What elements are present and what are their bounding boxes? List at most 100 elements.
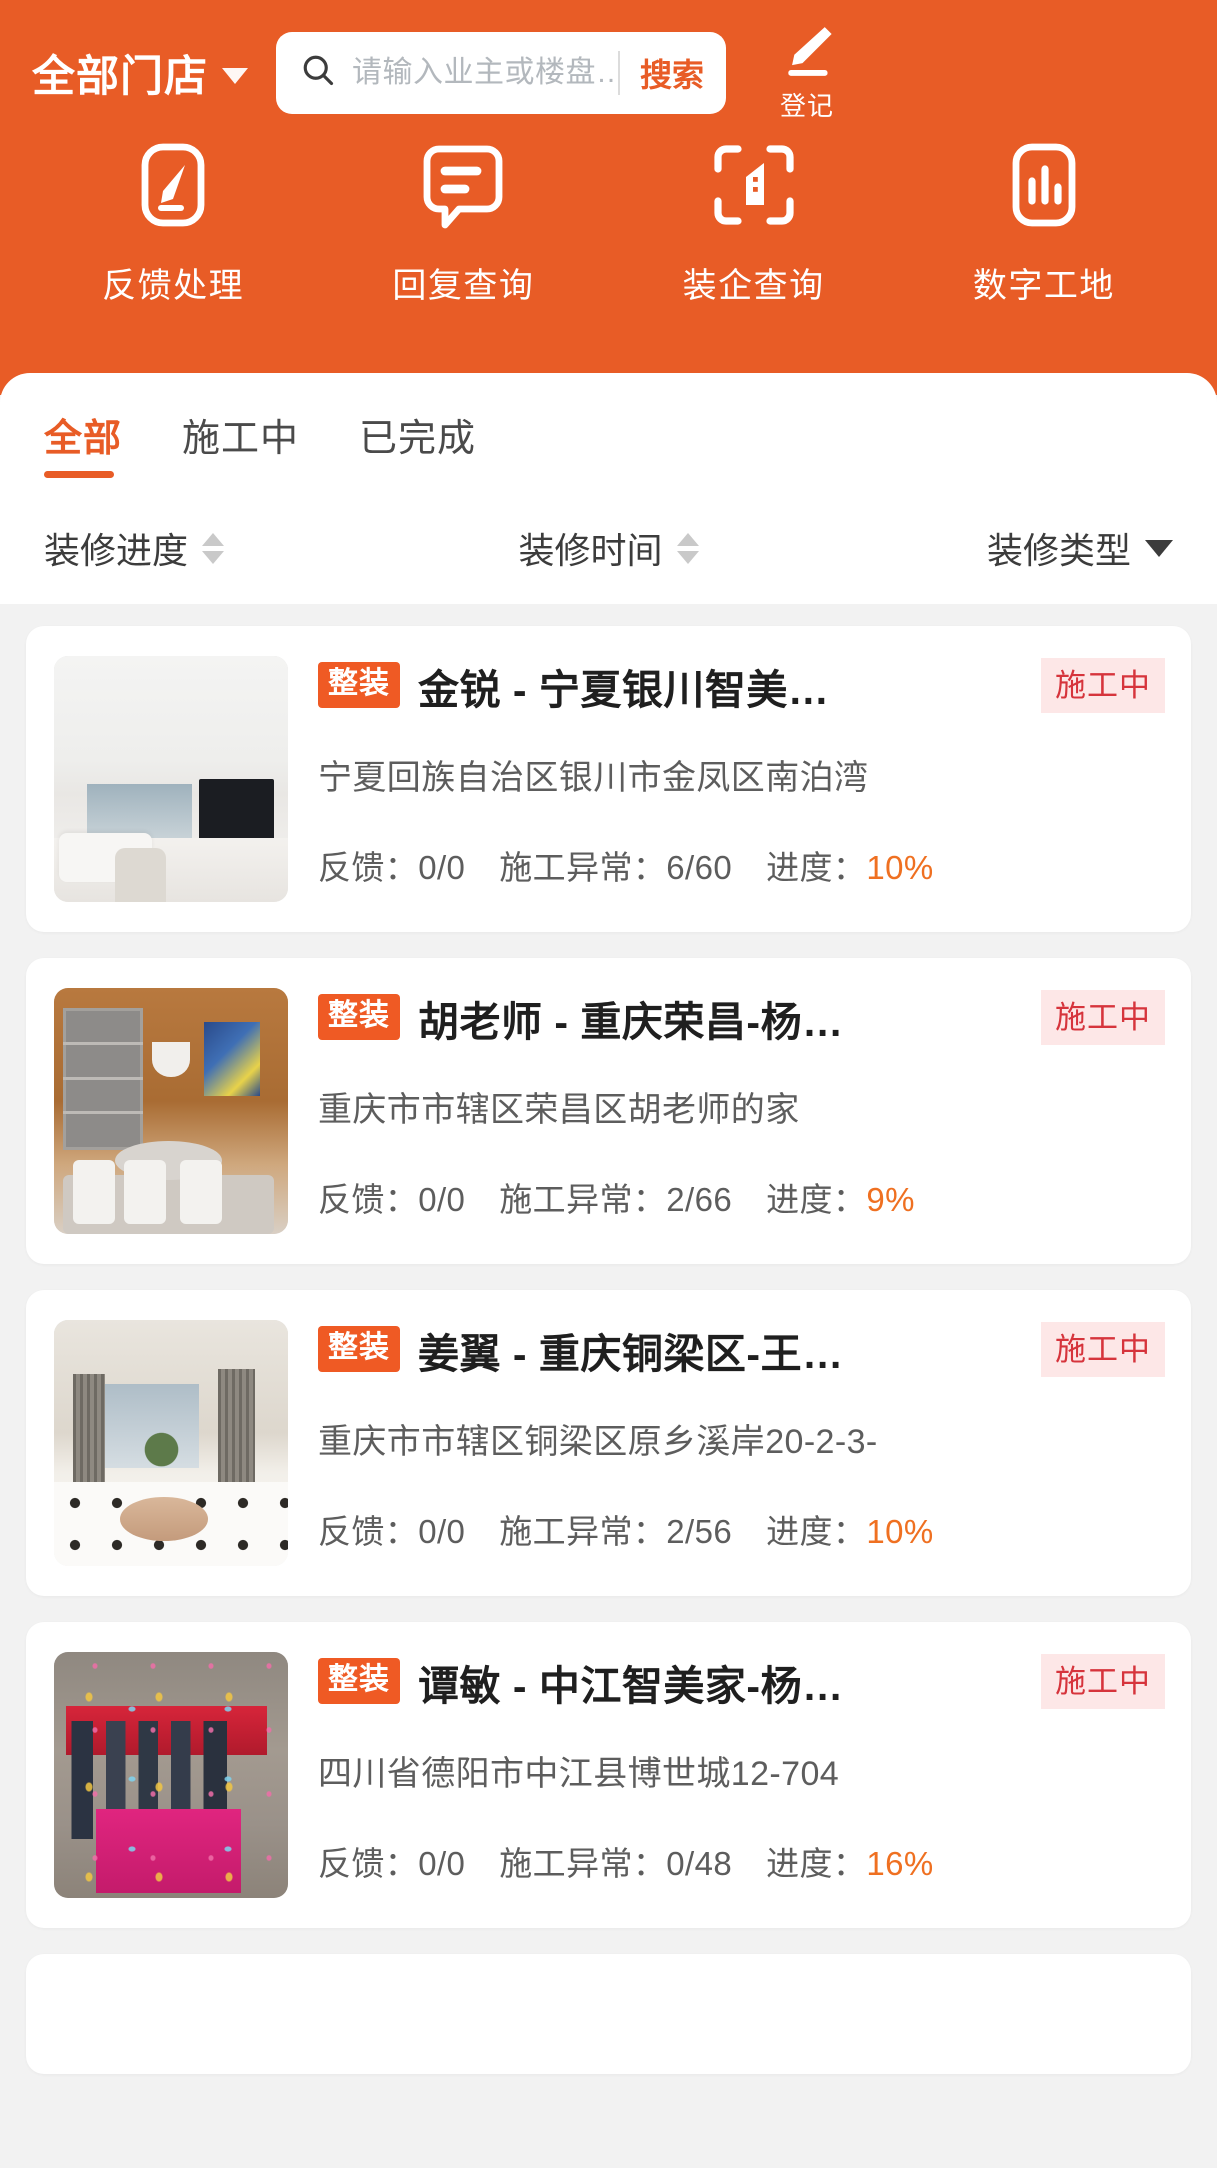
- project-title-row: 整装 胡老师 - 重庆荣昌-杨… 施工中: [318, 988, 1165, 1048]
- tab-label: 已完成: [359, 418, 477, 460]
- quick-action-feedback[interactable]: 反馈处理: [28, 137, 318, 307]
- chevron-down-icon: [1144, 539, 1173, 557]
- search-input[interactable]: [352, 55, 614, 90]
- status-badge: 施工中: [1041, 658, 1165, 713]
- stat-exception-label: 施工异常：: [499, 1513, 667, 1550]
- list-item[interactable]: 整装 谭敏 - 中江智美家-杨… 施工中 四川省德阳市中江县博世城12-704 …: [26, 1622, 1191, 1928]
- project-title: 胡老师 - 重庆荣昌-杨…: [418, 999, 844, 1045]
- stat-progress: 进度：10%: [766, 841, 933, 889]
- list-item[interactable]: 整装 胡老师 - 重庆荣昌-杨… 施工中 重庆市市辖区荣昌区胡老师的家 反馈：0…: [26, 958, 1191, 1264]
- search-icon: [300, 52, 336, 93]
- content-sheet: 全部 施工中 已完成 装修进度 装修时间 装修类型 整装 金锐 - 宁夏银川智美…: [0, 373, 1217, 2074]
- quick-action-label: 反馈处理: [102, 267, 245, 305]
- search-button[interactable]: 搜索: [640, 50, 704, 96]
- type-badge: 整装: [318, 662, 400, 708]
- filter-label: 装修进度: [44, 530, 189, 571]
- stat-progress-value: 16%: [866, 1845, 934, 1882]
- project-stats: 反馈：0/0 施工异常：2/56 进度：10%: [318, 1505, 1165, 1553]
- register-button[interactable]: 登记: [752, 23, 862, 123]
- stat-feedback-value: 0/0: [418, 1181, 466, 1218]
- project-info: 整装 金锐 - 宁夏银川智美… 施工中 宁夏回族自治区银川市金凤区南泊湾 反馈：…: [318, 656, 1165, 902]
- stat-feedback-label: 反馈：: [318, 1845, 419, 1882]
- project-address: 四川省德阳市中江县博世城12-704: [318, 1755, 840, 1793]
- project-list: 整装 金锐 - 宁夏银川智美… 施工中 宁夏回族自治区银川市金凤区南泊湾 反馈：…: [0, 604, 1217, 2074]
- list-item[interactable]: 整装 金锐 - 宁夏银川智美… 施工中 宁夏回族自治区银川市金凤区南泊湾 反馈：…: [26, 626, 1191, 932]
- sort-arrows-icon: [676, 532, 699, 564]
- store-selector-label: 全部门店: [32, 52, 208, 101]
- filter-row: 装修进度 装修时间 装修类型: [0, 484, 1217, 604]
- project-title: 金锐 - 宁夏银川智美…: [418, 667, 830, 713]
- project-thumbnail: [54, 1652, 288, 1898]
- type-badge: 整装: [318, 994, 400, 1040]
- quick-action-digital-site[interactable]: 数字工地: [899, 137, 1189, 307]
- stat-exception: 施工异常：2/66: [499, 1173, 732, 1221]
- stat-feedback-label: 反馈：: [318, 1513, 419, 1550]
- type-badge: 整装: [318, 1326, 400, 1372]
- filter-label: 装修时间: [518, 530, 663, 571]
- filter-renovation-progress[interactable]: 装修进度: [44, 522, 420, 574]
- filter-label: 装修类型: [986, 530, 1131, 571]
- project-stats: 反馈：0/0 施工异常：0/48 进度：16%: [318, 1837, 1165, 1885]
- bar-chart-site-icon: [996, 137, 1092, 238]
- stat-exception: 施工异常：2/56: [499, 1505, 732, 1553]
- tab-label: 施工中: [182, 418, 300, 460]
- stat-exception-value: 6/60: [666, 849, 733, 886]
- quick-action-reply-query[interactable]: 回复查询: [318, 137, 608, 307]
- status-badge: 施工中: [1041, 990, 1165, 1045]
- status-badge: 施工中: [1041, 1654, 1165, 1709]
- tab-label: 全部: [44, 418, 123, 460]
- project-stats: 反馈：0/0 施工异常：6/60 进度：10%: [318, 841, 1165, 889]
- project-info: 整装 胡老师 - 重庆荣昌-杨… 施工中 重庆市市辖区荣昌区胡老师的家 反馈：0…: [318, 988, 1165, 1234]
- project-info: 整装 谭敏 - 中江智美家-杨… 施工中 四川省德阳市中江县博世城12-704 …: [318, 1652, 1165, 1898]
- stat-feedback-label: 反馈：: [318, 849, 419, 886]
- list-item[interactable]: 整装 姜翼 - 重庆铜梁区-王… 施工中 重庆市市辖区铜梁区原乡溪岸20-2-3…: [26, 1290, 1191, 1596]
- stat-feedback: 反馈：0/0: [318, 841, 465, 889]
- quick-action-label: 回复查询: [392, 267, 535, 305]
- tab-all[interactable]: 全部: [44, 407, 122, 484]
- project-stats: 反馈：0/0 施工异常：2/66 进度：9%: [318, 1173, 1165, 1221]
- stat-progress: 进度：9%: [766, 1173, 915, 1221]
- stat-progress-label: 进度：: [766, 1845, 867, 1882]
- type-badge: 整装: [318, 1658, 400, 1704]
- project-thumbnail: [54, 1320, 288, 1566]
- list-item-partial[interactable]: [26, 1954, 1191, 2074]
- stat-progress: 进度：10%: [766, 1505, 933, 1553]
- stat-feedback-value: 0/0: [418, 849, 466, 886]
- store-selector[interactable]: 全部门店: [32, 42, 248, 104]
- register-label: 登记: [779, 90, 834, 121]
- quick-action-company-query[interactable]: 装企查询: [609, 137, 899, 307]
- tab-in-progress[interactable]: 施工中: [182, 407, 299, 484]
- search-bar[interactable]: 搜索: [276, 31, 726, 114]
- stat-progress-label: 进度：: [766, 1513, 867, 1550]
- scan-building-icon: [706, 137, 802, 238]
- stat-feedback-value: 0/0: [418, 1845, 466, 1882]
- header-top-bar: 全部门店 搜索 登记: [0, 0, 1217, 121]
- stat-feedback: 反馈：0/0: [318, 1837, 465, 1885]
- stat-progress: 进度：16%: [766, 1837, 933, 1885]
- stat-progress-value: 10%: [866, 1513, 934, 1550]
- app-header: 全部门店 搜索 登记: [0, 0, 1217, 395]
- project-address: 重庆市市辖区铜梁区原乡溪岸20-2-3-: [318, 1423, 878, 1461]
- stat-exception: 施工异常：0/48: [499, 1837, 732, 1885]
- project-thumbnail: [54, 656, 288, 902]
- sort-arrows-icon: [202, 532, 225, 564]
- reply-chat-icon: [415, 137, 511, 238]
- stat-feedback-label: 反馈：: [318, 1181, 419, 1218]
- chevron-down-icon: [222, 67, 248, 84]
- stat-exception-label: 施工异常：: [499, 1845, 667, 1882]
- project-title: 谭敏 - 中江智美家-杨…: [418, 1663, 844, 1709]
- project-address: 重庆市市辖区荣昌区胡老师的家: [318, 1091, 800, 1129]
- filter-renovation-type[interactable]: 装修类型: [797, 522, 1173, 574]
- stat-exception: 施工异常：6/60: [499, 841, 732, 889]
- stat-exception-value: 0/48: [666, 1845, 733, 1882]
- project-thumbnail: [54, 988, 288, 1234]
- stat-exception-value: 2/56: [666, 1513, 733, 1550]
- stat-exception-label: 施工异常：: [499, 1181, 667, 1218]
- filter-renovation-time[interactable]: 装修时间: [420, 522, 796, 574]
- stat-progress-value: 9%: [866, 1181, 915, 1218]
- stat-progress-label: 进度：: [766, 849, 867, 886]
- status-tabs: 全部 施工中 已完成: [0, 373, 1217, 484]
- quick-actions-row: 反馈处理 回复查询 装企查询 数字工地: [0, 115, 1217, 307]
- tab-completed[interactable]: 已完成: [359, 407, 476, 484]
- project-title-row: 整装 姜翼 - 重庆铜梁区-王… 施工中: [318, 1320, 1165, 1380]
